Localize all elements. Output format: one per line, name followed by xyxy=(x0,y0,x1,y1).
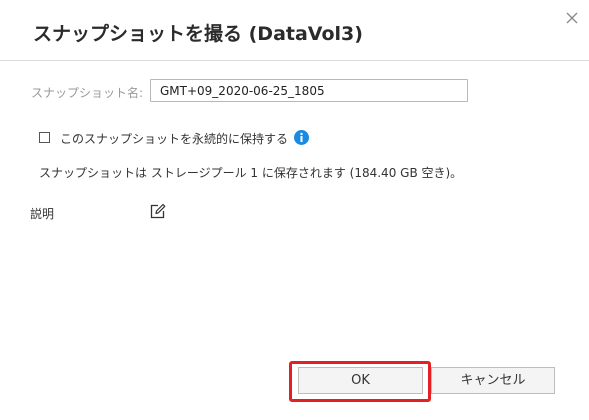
snapshot-dialog: スナップショットを撮る (DataVol3) スナップショット名: このスナップ… xyxy=(0,0,589,420)
cancel-button[interactable]: キャンセル xyxy=(431,367,555,394)
info-icon[interactable] xyxy=(294,130,309,145)
snapshot-name-label: スナップショット名: xyxy=(31,86,144,100)
ok-button[interactable]: OK xyxy=(298,367,423,394)
storage-info-text: スナップショットは ストレージプール 1 に保存されます (184.40 GB … xyxy=(39,166,463,180)
keep-forever-label[interactable]: このスナップショットを永続的に保持する xyxy=(60,130,288,147)
close-icon[interactable] xyxy=(565,11,579,25)
keep-forever-checkbox[interactable] xyxy=(39,132,50,143)
header-divider xyxy=(0,60,589,61)
snapshot-name-input[interactable] xyxy=(150,79,468,102)
edit-icon[interactable] xyxy=(149,203,166,220)
dialog-title: スナップショットを撮る (DataVol3) xyxy=(33,23,363,45)
description-label: 説明 xyxy=(30,207,55,221)
